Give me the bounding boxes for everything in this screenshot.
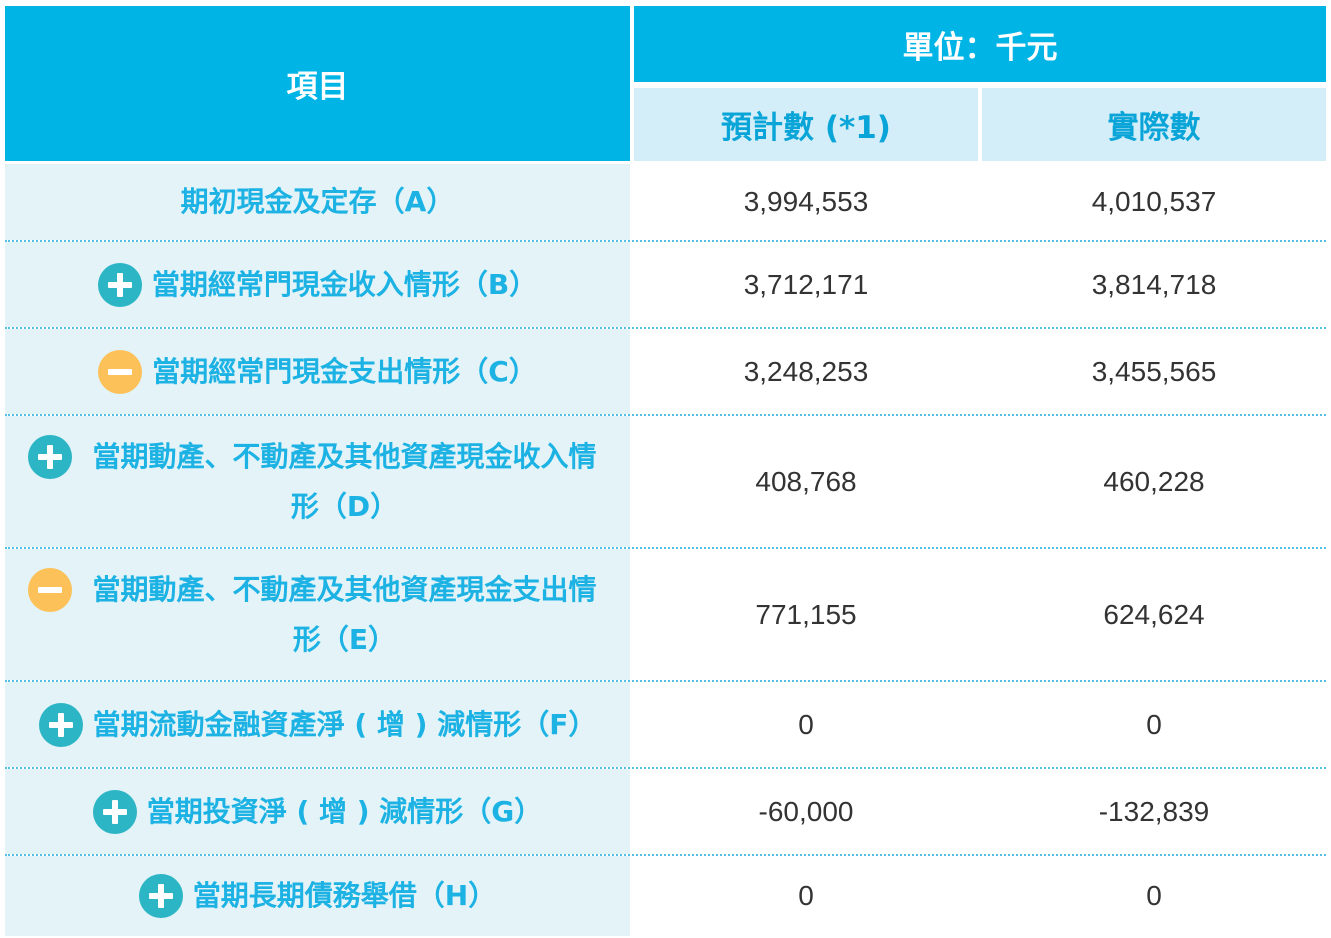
table-row: 期初現金及定存（A） 3,994,553 4,010,537 bbox=[5, 164, 1326, 242]
actual-value: 624,624 bbox=[1103, 598, 1205, 630]
header-unit: 單位：千元 bbox=[634, 6, 1326, 82]
row-label: 當期動產、不動產及其他資產現金支出情形（E） bbox=[28, 565, 607, 665]
actual-value: 0 bbox=[1146, 880, 1162, 911]
row-label-text: 當期投資淨 ( 增 ) 減情形（G） bbox=[146, 794, 543, 828]
row-label-text: 當期長期債務舉借（H） bbox=[192, 879, 497, 912]
minus-circle-icon bbox=[28, 567, 72, 612]
row-label-cell: 當期經常門現金收入情形（B） bbox=[5, 242, 630, 327]
row-label-text: 當期動產、不動產及其他資產現金收入情形（D） bbox=[92, 439, 597, 523]
estimated-value: 0 bbox=[798, 708, 814, 740]
row-label-cell: 當期動產、不動產及其他資產現金收入情形（D） bbox=[5, 416, 630, 547]
row-label: 當期經常門現金支出情形（C） bbox=[98, 347, 537, 397]
plus-circle-icon bbox=[97, 262, 142, 307]
estimated-value: 3,994,553 bbox=[743, 186, 869, 217]
row-label-cell: 當期投資淨 ( 增 ) 減情形（G） bbox=[5, 769, 630, 854]
estimated-value: 3,248,253 bbox=[743, 355, 869, 387]
row-label-cell: 當期經常門現金支出情形（C） bbox=[5, 329, 630, 414]
row-label: 當期動產、不動產及其他資產現金收入情形（D） bbox=[28, 432, 607, 532]
row-label: 當期投資淨 ( 增 ) 減情形（G） bbox=[92, 787, 543, 837]
table-row: 當期流動金融資產淨 ( 增 ) 減情形（F） 0 0 bbox=[5, 682, 1326, 769]
row-label: 當期長期債務舉借（H） bbox=[138, 871, 497, 921]
actual-value: 4,010,537 bbox=[1091, 186, 1217, 217]
table-row: 當期動產、不動產及其他資產現金收入情形（D） 408,768 460,228 bbox=[5, 416, 1326, 549]
header-actual: 實際數 bbox=[982, 88, 1326, 161]
table-row: 當期投資淨 ( 增 ) 減情形（G） -60,000 -132,839 bbox=[5, 769, 1326, 856]
actual-value: 0 bbox=[1146, 708, 1162, 740]
row-label-cell: 當期長期債務舉借（H） bbox=[5, 856, 630, 936]
row-label: 當期流動金融資產淨 ( 增 ) 減情形（F） bbox=[38, 700, 597, 750]
row-label-text: 當期流動金融資產淨 ( 增 ) 減情形（F） bbox=[92, 707, 597, 741]
estimated-value: 408,768 bbox=[755, 465, 857, 497]
table-row: 當期經常門現金支出情形（C） 3,248,253 3,455,565 bbox=[5, 329, 1326, 416]
estimated-value: 771,155 bbox=[755, 598, 857, 630]
minus-circle-icon bbox=[98, 349, 143, 394]
plus-circle-icon bbox=[28, 434, 72, 479]
table-row: 當期長期債務舉借（H） 0 0 bbox=[5, 856, 1326, 936]
estimated-value: -60,000 bbox=[758, 795, 854, 827]
row-label-cell: 當期流動金融資產淨 ( 增 ) 減情形（F） bbox=[5, 682, 630, 767]
row-label-text: 期初現金及定存（A） bbox=[180, 185, 455, 218]
estimated-value: 3,712,171 bbox=[743, 268, 869, 300]
row-label-text: 當期動產、不動產及其他資產現金支出情形（E） bbox=[92, 572, 597, 656]
row-label-cell: 當期動產、不動產及其他資產現金支出情形（E） bbox=[5, 549, 630, 680]
row-label-text: 當期經常門現金支出情形（C） bbox=[152, 354, 537, 388]
table-row: 當期動產、不動產及其他資產現金支出情形（E） 771,155 624,624 bbox=[5, 549, 1326, 682]
row-label: 期初現金及定存（A） bbox=[181, 177, 455, 227]
actual-value: 3,814,718 bbox=[1091, 268, 1217, 300]
header-item: 項目 bbox=[5, 6, 630, 161]
estimated-value: 0 bbox=[798, 880, 814, 911]
actual-value: 460,228 bbox=[1103, 465, 1205, 497]
actual-value: -132,839 bbox=[1098, 795, 1210, 827]
row-label-text: 當期經常門現金收入情形（B） bbox=[151, 267, 538, 301]
plus-circle-icon bbox=[92, 789, 137, 834]
actual-value: 3,455,565 bbox=[1091, 355, 1217, 387]
row-label: 當期經常門現金收入情形（B） bbox=[97, 260, 538, 310]
plus-circle-icon bbox=[38, 702, 83, 747]
plus-circle-icon bbox=[138, 874, 183, 918]
row-label-cell: 期初現金及定存（A） bbox=[5, 164, 630, 240]
table-row: 當期經常門現金收入情形（B） 3,712,171 3,814,718 bbox=[5, 242, 1326, 329]
header-estimated: 預計數 (*1) bbox=[634, 88, 978, 161]
